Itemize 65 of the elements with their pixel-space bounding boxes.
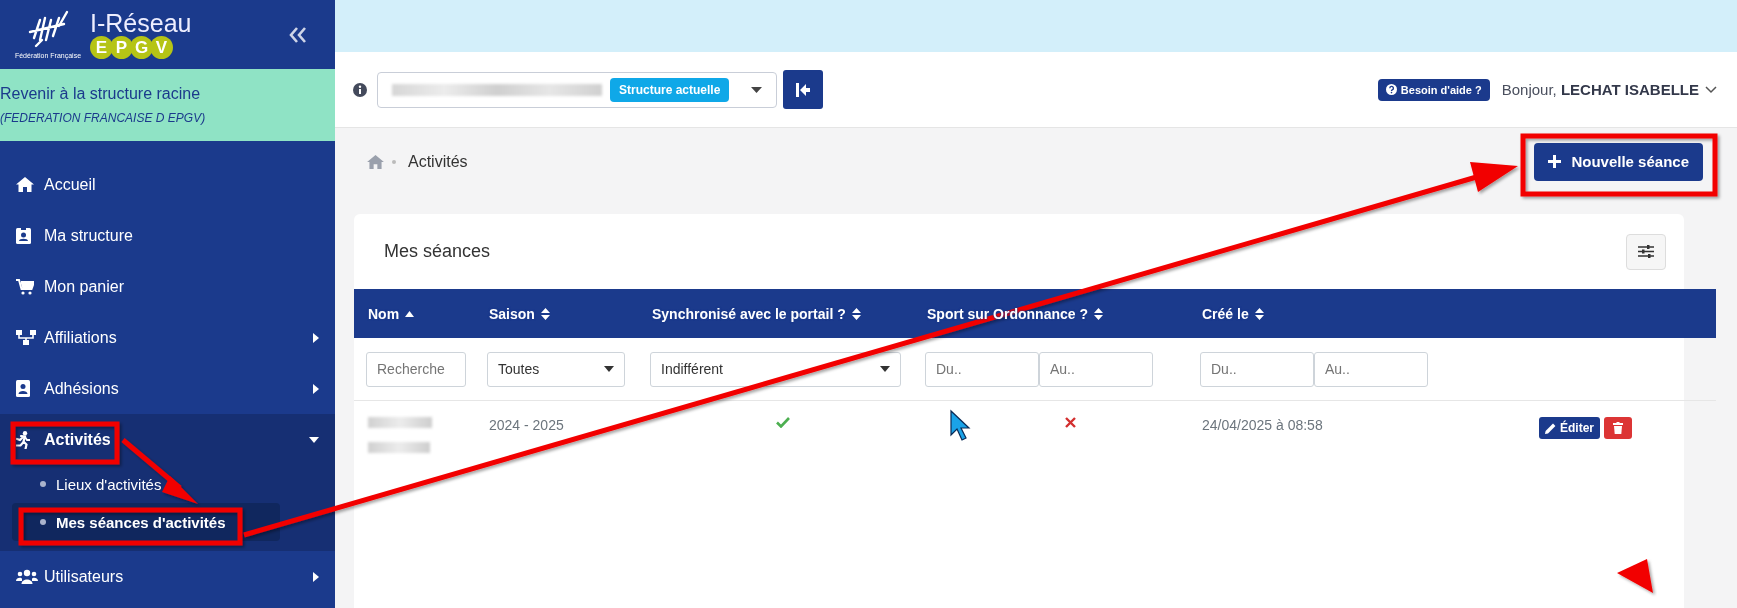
user-greeting[interactable]: Bonjour, LECHAT ISABELLE	[1501, 81, 1699, 98]
new-session-button[interactable]: Nouvelle séance	[1534, 142, 1703, 181]
column-header[interactable]: Créé le	[1188, 305, 1463, 322]
search-field[interactable]: Recherche	[366, 351, 466, 387]
collapse-icon[interactable]	[289, 26, 307, 43]
sidebar-item[interactable]: Accueil	[0, 159, 335, 210]
sort-up-icon[interactable]	[405, 310, 415, 317]
id-card-icon	[16, 227, 31, 244]
delete-button[interactable]	[1604, 417, 1632, 439]
column-settings-button[interactable]	[1626, 233, 1666, 270]
app-title: I-Réseau	[90, 10, 192, 36]
sort-icon[interactable]	[1094, 307, 1103, 320]
card-title: Mes séances	[384, 241, 491, 262]
date-to-field[interactable]: Au..	[1314, 351, 1428, 387]
home-icon	[16, 177, 34, 192]
epgv-logo: E P G V	[90, 36, 192, 59]
column-header[interactable]: Synchronisé avec le portail ?	[638, 305, 913, 322]
sidebar-item[interactable]: Ma structure	[0, 210, 335, 261]
network-icon	[16, 330, 36, 345]
pencil-icon	[1545, 422, 1556, 434]
cursor-icon	[950, 409, 971, 441]
chevron-down-icon[interactable]	[1705, 85, 1717, 94]
badge-icon	[16, 380, 30, 397]
edit-button[interactable]: Éditer	[1539, 417, 1600, 439]
breadcrumb-current: Activités	[408, 152, 468, 171]
users-icon	[16, 569, 38, 584]
date-to-field[interactable]: Au..	[1039, 351, 1153, 387]
arrow-head-mark	[1617, 559, 1653, 593]
question-icon	[1385, 84, 1397, 95]
caret-down-icon	[880, 366, 890, 372]
sort-icon[interactable]	[851, 307, 861, 320]
root-link-label: Revenir à la structure racine	[0, 85, 202, 103]
filter-select[interactable]: Indifférent	[650, 351, 901, 387]
redacted-text	[368, 442, 430, 453]
exit-structure-button[interactable]	[783, 70, 823, 109]
sort-icon[interactable]	[540, 307, 550, 320]
date-from-field[interactable]: Du..	[1200, 351, 1314, 387]
sidebar-item[interactable]: Utilisateurs	[0, 551, 335, 602]
dancers-logo-icon	[26, 10, 70, 50]
current-structure-badge: Structure actuelle	[610, 77, 730, 102]
sidebar-item[interactable]: Activités	[0, 414, 335, 465]
column-header[interactable]: Saison	[475, 305, 638, 322]
sidebar-item[interactable]: Adhésions	[0, 363, 335, 414]
sidebar-subitem[interactable]: Lieux d'activités	[12, 465, 280, 503]
caret-down-icon	[604, 366, 614, 372]
season-cell: 2024 - 2025	[489, 417, 564, 433]
arrow-to-left-icon	[796, 82, 810, 97]
trash-icon	[1613, 422, 1623, 434]
help-button[interactable]: Besoin d'aide ?	[1377, 78, 1490, 101]
sidebar-item[interactable]: Affiliations	[0, 312, 335, 363]
info-icon[interactable]	[353, 82, 367, 97]
cart-icon	[16, 278, 34, 295]
redacted-text	[368, 417, 432, 428]
created-date-cell: 24/04/2025 à 08:58	[1202, 417, 1323, 433]
running-person-icon	[16, 430, 30, 449]
sort-icon[interactable]	[1254, 307, 1264, 320]
sliders-icon	[1638, 245, 1654, 258]
filter-select[interactable]: Toutes	[487, 351, 625, 387]
caret-down-icon	[751, 86, 762, 93]
sidebar-item[interactable]: Mon panier	[0, 261, 335, 312]
root-structure-name: (FEDERATION FRANCAISE D EPGV)	[0, 111, 207, 125]
root-structure-link[interactable]: Revenir à la structure racine (FEDERATION FRANCAISE D EPGV)	[0, 69, 335, 141]
column-header[interactable]: Nom	[354, 305, 475, 322]
date-from-field[interactable]: Du..	[925, 351, 1039, 387]
plus-icon	[1548, 155, 1562, 168]
